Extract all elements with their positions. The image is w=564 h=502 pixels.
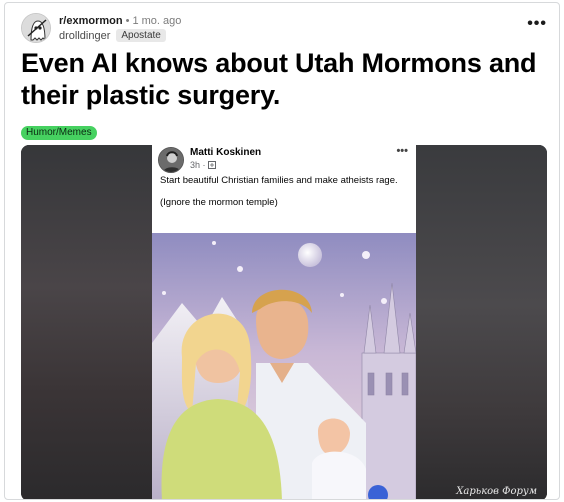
post-media[interactable]: Matti Koskinen 3h · ••• Start beautiful … [21,145,547,499]
embedded-post-header: Matti Koskinen 3h · [158,147,261,173]
media-blur-backdrop-right [416,145,547,499]
post-title[interactable]: Even AI knows about Utah Mormons and the… [21,47,541,111]
embedded-post-time: 3h · [190,159,261,171]
user-flair-badge: Apostate [116,29,166,42]
media-blur-backdrop-left [21,145,152,499]
post-flair-badge[interactable]: Humor/Memes [21,126,97,140]
post-time: 1 mo. ago [132,14,182,27]
post-card[interactable]: r/exmormon • 1 mo. ago drolldinger Apost… [4,2,560,500]
separator-dot: • [125,14,130,27]
embedded-post-text: Start beautiful Christian families and m… [160,175,410,219]
embedded-text-line2: (Ignore the mormon temple) [160,197,278,208]
author-name[interactable]: drolldinger [59,29,110,43]
embedded-avatar [158,147,184,173]
embedded-time-text: 3h · [190,160,206,170]
subreddit-avatar-icon[interactable] [21,13,51,43]
embedded-screenshot: Matti Koskinen 3h · ••• Start beautiful … [152,145,416,499]
globe-icon [208,160,217,170]
post-header: r/exmormon • 1 mo. ago drolldinger Apost… [21,11,181,45]
more-options-icon[interactable]: ••• [527,16,547,32]
ai-generated-image [152,233,416,499]
subreddit-name[interactable]: r/exmormon [59,14,123,28]
embedded-author-name: Matti Koskinen [190,147,262,158]
embedded-more-icon: ••• [396,145,408,157]
watermark-text: Харьков Форум [456,486,537,497]
embedded-text-line1: Start beautiful Christian families and m… [160,175,398,186]
